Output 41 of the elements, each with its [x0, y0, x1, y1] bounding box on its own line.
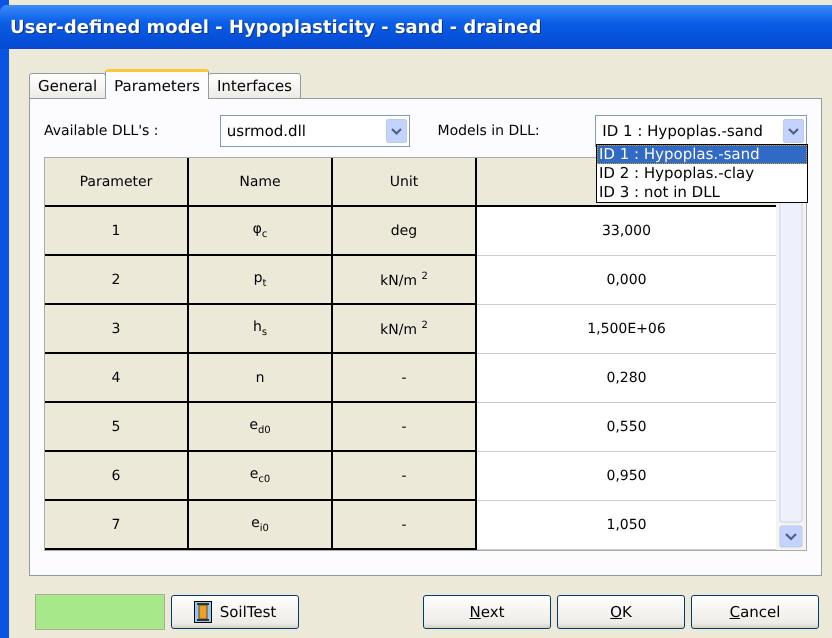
table-cell: e$_{c0}$ [189, 452, 333, 501]
dropdown-option[interactable]: ID 1 : Hypoplas.-sand [597, 145, 807, 164]
dialog-button[interactable]: OK [557, 595, 685, 629]
dialog-button[interactable]: Cancel [691, 595, 819, 629]
table-cell: p$_{t}$ [189, 256, 333, 305]
table-cell: e$_{i0}$ [189, 501, 333, 550]
tab[interactable]: General [29, 73, 106, 99]
dialog-button[interactable]: Next [423, 595, 551, 629]
column-header: Name [189, 158, 333, 208]
table-cell: e$_{d0}$ [189, 403, 333, 452]
soiltest-button[interactable]: SoilTest [171, 595, 299, 629]
table-cell: - [333, 501, 477, 550]
table-cell: n [189, 354, 333, 403]
caret-icon [783, 119, 804, 143]
tab[interactable]: Interfaces [208, 73, 301, 99]
cylinder-icon [194, 601, 212, 623]
table-cell: - [333, 452, 477, 501]
window-title: User-defined model - Hypoplasticity - sand - drained [10, 16, 542, 38]
column-header: Parameter [45, 158, 189, 208]
dll-label: Available DLL's : [44, 123, 160, 139]
table-cell: 6 [45, 452, 189, 501]
table-cell: - [333, 403, 477, 452]
table-cell: kN/m $^{2}$ [333, 305, 477, 354]
table-cell: φ$_{c}$ [189, 207, 333, 256]
caret-icon [386, 119, 406, 143]
table-cell: 5 [45, 403, 189, 452]
tab[interactable]: Parameters [105, 69, 209, 99]
table-cell: 3 [45, 305, 189, 354]
models-dropdown[interactable]: ID 1 : Hypoplas.-sand [595, 115, 807, 147]
table-cell: 7 [45, 501, 189, 550]
table-cell: 2 [45, 256, 189, 305]
table-cell: 4 [45, 354, 189, 403]
table-cell: kN/m $^{2}$ [333, 256, 477, 305]
models-label: Models in DLL: [438, 123, 541, 139]
table-cell: - [333, 354, 477, 403]
value-cell[interactable]: 33,000 [477, 207, 776, 256]
table-cell: h$_{s}$ [189, 305, 333, 354]
table-cell: 1 [45, 207, 189, 256]
table-cell: deg [333, 207, 477, 256]
dll-dropdown[interactable]: usrmod.dll [220, 115, 410, 147]
column-header: Unit [333, 158, 477, 208]
